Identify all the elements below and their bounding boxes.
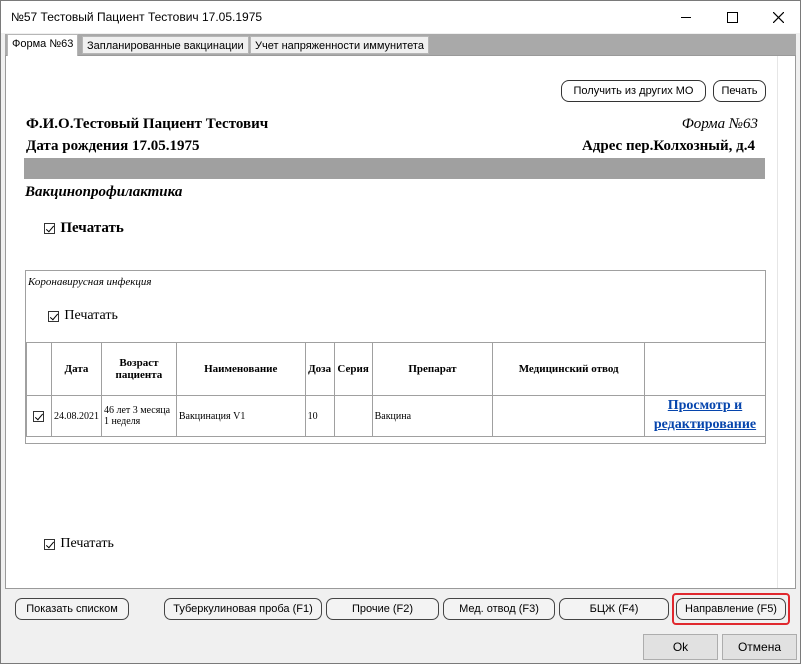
view-edit-link[interactable]: Просмотр и редактирование bbox=[654, 398, 756, 432]
section-print-label: Печатать bbox=[60, 220, 124, 236]
section-print-checkbox[interactable] bbox=[44, 223, 55, 234]
dialog-window: №57 Тестовый Пациент Тестович 17.05.1975… bbox=[0, 0, 801, 664]
tuberculin-test-button[interactable]: Туберкулиновая проба (F1) bbox=[164, 598, 322, 620]
maximize-button[interactable] bbox=[709, 1, 755, 33]
infection-print-row: Печатать bbox=[48, 308, 118, 324]
table-header-row: Дата Возраст пациента Наименование Доза … bbox=[26, 342, 767, 396]
tab-form63[interactable]: Форма №63 bbox=[7, 34, 79, 56]
bottom-print-row: Печатать bbox=[44, 536, 114, 552]
section-band bbox=[24, 158, 765, 179]
print-button[interactable]: Печать bbox=[713, 80, 766, 102]
bottom-print-label: Печатать bbox=[60, 536, 114, 551]
header-drug: Препарат bbox=[371, 342, 494, 396]
form-number: Форма №63 bbox=[681, 116, 758, 132]
bottom-print-checkbox[interactable] bbox=[44, 538, 55, 550]
tab-immunity-tension[interactable]: Учет напряженности иммунитета bbox=[250, 36, 429, 54]
minimize-button[interactable] bbox=[663, 1, 709, 33]
form63-panel: Получить из других МО Печать Ф.И.О.Тесто… bbox=[5, 55, 796, 589]
direction-button[interactable]: Направление (F5) bbox=[676, 598, 786, 620]
header-date: Дата bbox=[50, 342, 102, 396]
tab-strip: Форма №63 Запланированные вакцинации Уче… bbox=[5, 34, 796, 56]
header-series: Серия bbox=[333, 342, 373, 396]
row-checkbox[interactable] bbox=[33, 410, 45, 422]
close-icon bbox=[772, 11, 784, 23]
patient-fio: Ф.И.О.Тестовый Пациент Тестович bbox=[26, 116, 269, 132]
ok-button[interactable]: Ok bbox=[643, 634, 718, 660]
table-row[interactable]: 24.08.2021 46 лет 3 месяца 1 неделя Вакц… bbox=[26, 395, 767, 437]
cell-name: Вакцинация V1 bbox=[175, 395, 306, 437]
other-button[interactable]: Прочие (F2) bbox=[326, 598, 439, 620]
header-age: Возраст пациента bbox=[100, 342, 177, 396]
vaccination-table: Дата Возраст пациента Наименование Доза … bbox=[26, 342, 767, 437]
bcg-button[interactable]: БЦЖ (F4) bbox=[559, 598, 669, 620]
maximize-icon bbox=[726, 11, 738, 23]
infection-print-label: Печатать bbox=[64, 308, 118, 323]
patient-address: Адрес пер.Колхозный, д.4 bbox=[581, 138, 755, 154]
tab-planned-vaccinations[interactable]: Запланированные вакцинации bbox=[82, 36, 249, 54]
cell-drug: Вакцина bbox=[371, 395, 494, 437]
window-title: №57 Тестовый Пациент Тестович 17.05.1975 bbox=[11, 10, 263, 24]
close-button[interactable] bbox=[755, 1, 801, 33]
header-actions bbox=[643, 342, 767, 396]
infection-print-checkbox[interactable] bbox=[48, 310, 59, 322]
header-dose: Доза bbox=[304, 342, 335, 396]
infection-title: Коронавирусная инфекция bbox=[28, 276, 152, 288]
minimize-icon bbox=[681, 16, 691, 18]
cell-medical-exemption bbox=[492, 395, 645, 437]
medical-exemption-button[interactable]: Мед. отвод (F3) bbox=[443, 598, 555, 620]
show-list-button[interactable]: Показать списком bbox=[15, 598, 129, 620]
cell-date: 24.08.2021 bbox=[50, 395, 102, 437]
vertical-scrollbar[interactable] bbox=[777, 56, 795, 588]
section-title: Вакцинопрофилактика bbox=[25, 184, 183, 200]
section-print-row: Печатать bbox=[44, 220, 124, 237]
title-bar: №57 Тестовый Пациент Тестович 17.05.1975 bbox=[1, 1, 800, 33]
patient-birthdate: Дата рождения 17.05.1975 bbox=[26, 138, 200, 154]
cell-dose: 10 bbox=[304, 395, 335, 437]
cell-age: 46 лет 3 месяца 1 неделя bbox=[100, 395, 177, 437]
header-name: Наименование bbox=[175, 342, 306, 396]
row-select-cell[interactable] bbox=[26, 395, 52, 437]
header-select bbox=[26, 342, 52, 396]
cell-series bbox=[333, 395, 373, 437]
header-medical-exemption: Медицинский отвод bbox=[492, 342, 645, 396]
get-from-other-mo-button[interactable]: Получить из других МО bbox=[561, 80, 706, 102]
cell-actions: Просмотр и редактирование bbox=[643, 395, 767, 437]
cancel-button[interactable]: Отмена bbox=[722, 634, 797, 660]
